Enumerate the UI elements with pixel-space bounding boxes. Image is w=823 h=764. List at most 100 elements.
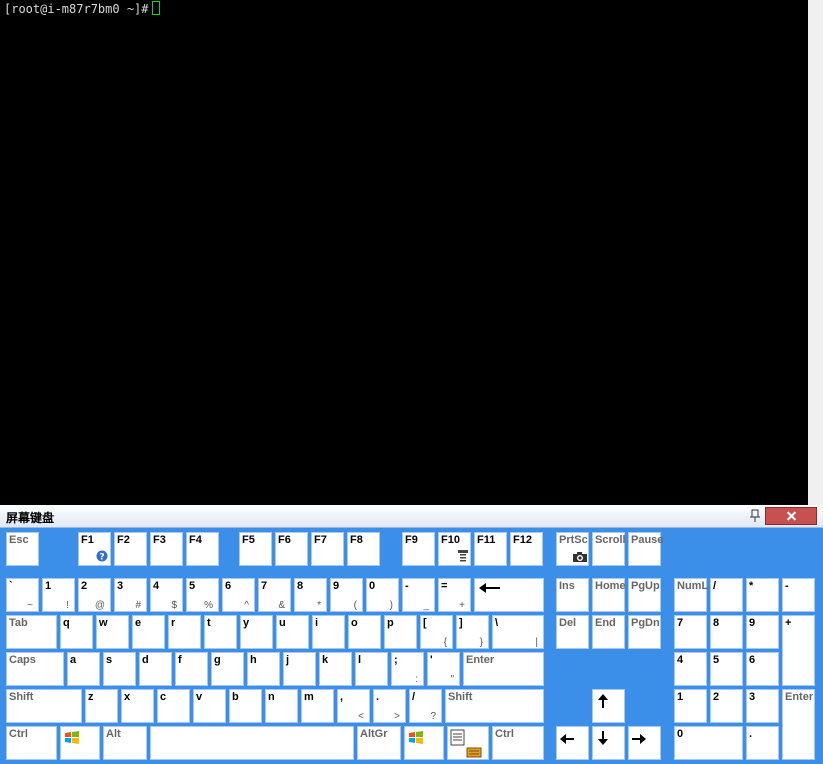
key-backslash[interactable]: \ | [492,615,544,649]
key-up[interactable] [592,689,625,723]
key-home[interactable]: Home [592,578,626,612]
key-alt[interactable]: Alt [103,726,147,760]
key-altgr[interactable]: AltGr [357,726,401,760]
close-button[interactable] [765,507,817,525]
key-1[interactable]: 1! [42,578,75,612]
key-p[interactable]: p [384,615,417,649]
key-right[interactable] [628,726,661,760]
key-numlock[interactable]: NumL [674,578,708,612]
key-z[interactable]: z [85,689,118,723]
key-end[interactable]: End [592,615,625,649]
key-num8[interactable]: 8 [710,615,743,649]
key-lctrl[interactable]: Ctrl [6,726,57,760]
key-num3[interactable]: 3 [746,689,779,723]
key-backspace[interactable] [474,578,544,612]
key-2[interactable]: 2 @ [78,578,111,612]
key-num-divide[interactable]: / [710,578,743,612]
key-f8[interactable]: F8 [347,532,380,566]
key-num-minus[interactable]: - [782,578,815,612]
key-backtick[interactable]: ` ~ [6,578,39,612]
key-rwin[interactable] [404,726,444,760]
key-del[interactable]: Del [556,615,589,649]
key-left[interactable] [556,726,589,760]
key-num0[interactable]: 0 [674,726,743,760]
key-d[interactable]: d [139,652,172,686]
key-4[interactable]: 4 $ [150,578,183,612]
key-num7[interactable]: 7 [674,615,707,649]
key-n[interactable]: n [265,689,298,723]
key-num1[interactable]: 1 [674,689,707,723]
key-b[interactable]: b [229,689,262,723]
key-f5[interactable]: F5 [239,532,272,566]
key-c[interactable]: c [157,689,190,723]
key-equals[interactable]: = + [438,578,471,612]
keyboard-titlebar[interactable]: 屏幕键盘 [0,505,823,528]
key-f12[interactable]: F12 [510,532,543,566]
key-s[interactable]: s [103,652,136,686]
key-space[interactable] [150,726,354,760]
terminal-scrollbar[interactable] [808,0,823,505]
key-lbracket[interactable]: [{ [420,615,453,649]
key-scroll[interactable]: Scroll [592,532,626,566]
key-lshift[interactable]: Shift [6,689,82,723]
key-num4[interactable]: 4 [674,652,707,686]
key-f10[interactable]: F10 [438,532,471,566]
key-f6[interactable]: F6 [275,532,308,566]
key-q[interactable]: q [60,615,93,649]
key-num-enter[interactable]: Enter [782,689,815,760]
key-f11[interactable]: F11 [474,532,507,566]
key-m[interactable]: m [301,689,334,723]
key-num9[interactable]: 9 [746,615,779,649]
key-6[interactable]: 6 ^ [222,578,255,612]
key-y[interactable]: y [240,615,273,649]
key-e[interactable]: e [132,615,165,649]
terminal-screen[interactable]: [root@i-m87r7bm0 ~]# [0,0,808,505]
key-f3[interactable]: F3 [150,532,183,566]
key-num6[interactable]: 6 [746,652,779,686]
key-rctrl[interactable]: Ctrl [492,726,544,760]
key-rbracket[interactable]: ]} [456,615,489,649]
key-h[interactable]: h [247,652,280,686]
key-caps[interactable]: Caps [6,652,64,686]
key-ins[interactable]: Ins [556,578,589,612]
key-esc[interactable]: Esc [6,532,39,566]
key-minus[interactable]: - _ [402,578,435,612]
key-f[interactable]: f [175,652,208,686]
key-pgup[interactable]: PgUp [628,578,661,612]
key-x[interactable]: x [121,689,154,723]
key-down[interactable] [592,726,625,760]
key-f1[interactable]: F1? [78,532,111,566]
key-g[interactable]: g [211,652,244,686]
key-quote[interactable]: ' " [427,652,460,686]
key-t[interactable]: t [204,615,237,649]
key-u[interactable]: u [276,615,309,649]
key-rshift[interactable]: Shift [445,689,544,723]
key-a[interactable]: a [67,652,100,686]
key-j[interactable]: j [283,652,316,686]
key-num-multiply[interactable]: * [746,578,779,612]
key-i[interactable]: i [312,615,345,649]
key-period[interactable]: . > [373,689,406,723]
key-l[interactable]: l [355,652,388,686]
key-semicolon[interactable]: ;: [391,652,424,686]
key-0[interactable]: 0) [366,578,399,612]
key-r[interactable]: r [168,615,201,649]
key-3[interactable]: 3 # [114,578,147,612]
key-lwin[interactable] [60,726,100,760]
key-tab[interactable]: Tab [6,615,57,649]
key-8[interactable]: 8 * [294,578,327,612]
key-f2[interactable]: F2 [114,532,147,566]
key-9[interactable]: 9( [330,578,363,612]
key-5[interactable]: 5% [186,578,219,612]
key-f4[interactable]: F4 [186,532,219,566]
key-7[interactable]: 7 & [258,578,291,612]
key-pause[interactable]: Pause [628,532,663,566]
key-v[interactable]: v [193,689,226,723]
key-w[interactable]: w [96,615,129,649]
key-enter[interactable]: Enter [463,652,544,686]
key-slash[interactable]: /? [409,689,442,723]
key-f9[interactable]: F9 [402,532,435,566]
pin-icon[interactable] [750,509,760,523]
key-num2[interactable]: 2 [710,689,743,723]
key-pgdn[interactable]: PgDn [628,615,661,649]
